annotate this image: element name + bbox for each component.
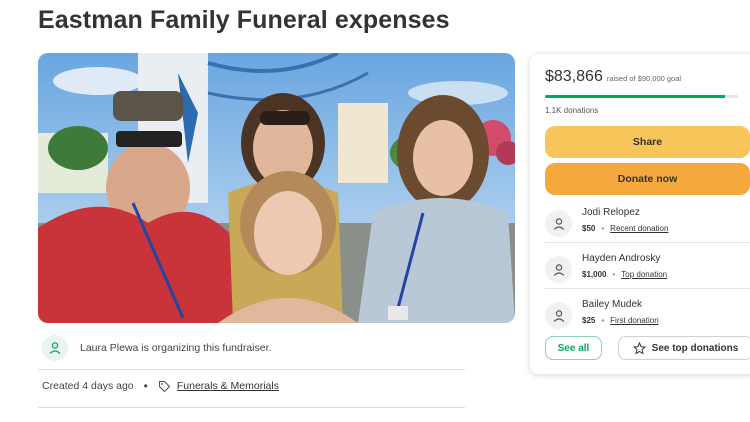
see-top-donations-label: See top donations (651, 342, 739, 354)
donations-count: 1.1K donations (545, 106, 599, 115)
fundraiser-meta: Created 4 days ago • Funerals & Memorial… (42, 379, 279, 393)
donor-details: $50 • Recent donation (582, 224, 668, 233)
goal-text: raised of $90,000 goal (606, 74, 682, 83)
donate-now-button[interactable]: Donate now (545, 163, 750, 195)
raised-amount: $83,866 (545, 68, 603, 85)
donor-name: Bailey Mudek (582, 299, 643, 310)
divider (38, 407, 465, 408)
category-link[interactable]: Funerals & Memorials (177, 380, 279, 392)
progress-fill (545, 95, 725, 98)
donor-separator: • (601, 224, 605, 233)
organizer-text: Laura Plewa is organizing this fundraise… (80, 342, 272, 354)
see-all-button[interactable]: See all (545, 336, 602, 360)
donor-separator: • (612, 270, 616, 279)
donor-amount: $1,000 (582, 270, 607, 279)
fundraiser-photo (38, 53, 515, 323)
donor-details: $25 • First donation (582, 316, 659, 325)
donor-label-link[interactable]: First donation (610, 316, 658, 325)
donor-details: $1,000 • Top donation (582, 270, 667, 279)
donor-divider (545, 288, 750, 289)
meta-separator: • (143, 379, 148, 393)
star-icon (632, 341, 646, 355)
donor-item: Bailey Mudek $25 • First donation (545, 296, 750, 340)
person-icon (545, 210, 572, 237)
created-date: Created 4 days ago (42, 380, 134, 392)
progress-bar (545, 95, 738, 98)
raised-summary: $83,866 raised of $90,000 goal (545, 68, 681, 86)
donor-amount: $50 (582, 224, 596, 233)
donation-card: $83,866 raised of $90,000 goal 1.1K dona… (530, 54, 750, 374)
organizer-row: Laura Plewa is organizing this fundraise… (42, 333, 482, 363)
donor-label-link[interactable]: Recent donation (610, 224, 668, 233)
see-top-donations-button[interactable]: See top donations (618, 336, 750, 360)
tag-icon (158, 380, 171, 393)
donor-divider (545, 242, 750, 243)
person-icon (545, 256, 572, 283)
page-title: Eastman Family Funeral expenses (38, 6, 450, 34)
share-button[interactable]: Share (545, 126, 750, 158)
person-icon (545, 302, 572, 329)
donor-separator: • (601, 316, 605, 325)
donor-name: Jodi Relopez (582, 207, 640, 218)
donor-name: Hayden Androsky (582, 253, 661, 264)
donor-amount: $25 (582, 316, 596, 325)
donor-label-link[interactable]: Top donation (621, 270, 667, 279)
person-icon (42, 335, 68, 361)
divider (38, 369, 465, 370)
